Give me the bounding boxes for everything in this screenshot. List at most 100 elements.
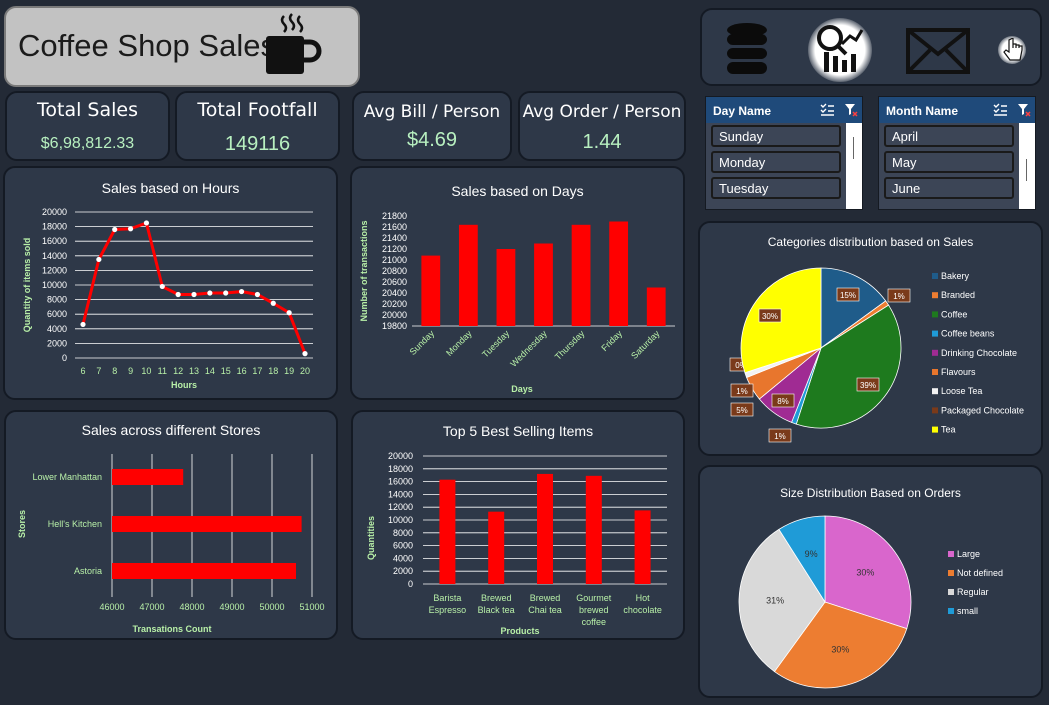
y-tick-label: 21800	[382, 211, 407, 221]
multi-select-icon[interactable]	[993, 103, 1007, 117]
y-tick-label: 20800	[382, 266, 407, 276]
x-tick-label: 19	[284, 366, 294, 376]
slicer-item-may[interactable]: May	[884, 151, 1014, 173]
kpi-total-sales: Total Sales $6,98,812.33	[5, 91, 170, 161]
title-card: Coffee Shop Sales	[4, 6, 360, 87]
stores-chart-card: Sales across different Stores 46000 47000…	[4, 410, 338, 640]
y-axis-title: Quantities	[366, 516, 376, 560]
bar	[537, 473, 553, 584]
y-tick-label: 20000	[388, 451, 413, 461]
series-line	[81, 220, 307, 355]
kpi-value: $4.69	[406, 129, 458, 151]
bar	[534, 243, 553, 326]
y-tick-label: 14000	[388, 489, 413, 499]
slicer-item-sunday[interactable]: Sunday	[711, 125, 841, 147]
x-tick-label: Espresso	[429, 605, 467, 615]
legend-swatch	[948, 589, 954, 595]
kpi-avg-order: Avg Order / Person 1.44	[518, 91, 686, 161]
x-axis-title: Hours	[171, 380, 197, 390]
x-tick-label: coffee	[582, 617, 606, 627]
legend-swatch	[932, 426, 938, 433]
data-point	[238, 288, 245, 295]
x-tick-label: 6	[80, 366, 85, 376]
data-point	[159, 283, 165, 290]
pointer-hand-icon[interactable]	[1002, 38, 1024, 64]
y-tick-label: 4000	[47, 324, 67, 334]
slicer-item-tuesday[interactable]: Tuesday	[711, 177, 841, 199]
nav-bar	[700, 8, 1042, 86]
y-tick-label: 20000	[42, 207, 67, 217]
x-tick-label: Chai tea	[528, 605, 562, 615]
bar	[496, 249, 516, 326]
y-tick-label: 0	[408, 579, 413, 589]
x-tick-label: 18	[268, 366, 278, 376]
x-tick-label: 13	[189, 366, 199, 376]
x-tick-label: 14	[205, 366, 215, 376]
y-tick-label: 21000	[382, 255, 407, 265]
coffee-cup-icon	[266, 13, 322, 74]
y-tick-label: Astoria	[74, 566, 102, 576]
data-point	[191, 291, 197, 298]
bar	[571, 224, 591, 326]
x-tick-label: 20	[300, 366, 310, 376]
legend-swatch	[932, 292, 938, 299]
data-point	[286, 310, 292, 316]
y-tick-label: 8000	[393, 528, 413, 538]
slicer-header: Day Name	[706, 97, 862, 123]
y-tick-label: 18000	[388, 464, 413, 474]
data-label: 39%	[860, 381, 876, 390]
legend-swatch	[932, 349, 938, 356]
mail-icon[interactable]	[906, 28, 970, 74]
kpi-avg-bill: Avg Bill / Person $4.69	[352, 91, 512, 161]
month-name-slicer[interactable]: Month Name April May June	[878, 96, 1036, 210]
data-label: 5%	[736, 406, 748, 415]
x-tick-label: Sunday	[408, 328, 437, 357]
legend-label: Coffee beans	[941, 329, 995, 339]
bar	[421, 255, 441, 326]
data-label: 1%	[893, 292, 905, 301]
slicer-item-april[interactable]: April	[884, 125, 1014, 147]
data-label: 30%	[762, 312, 778, 321]
clear-filter-icon[interactable]	[1017, 103, 1031, 117]
kpi-value: $6,98,812.33	[40, 135, 135, 152]
legend-label: Packaged Chocolate	[941, 405, 1024, 415]
x-axis-title: Days	[511, 384, 533, 394]
y-tick-label: 0	[62, 353, 67, 363]
y-tick-label: 14000	[42, 251, 67, 261]
stores-bar-chart: 46000 47000 48000 49000 50000 51000 Lower Manh…	[17, 454, 325, 634]
x-tick-label: 16	[237, 366, 247, 376]
y-tick-label: Hell's Kitchen	[48, 519, 102, 529]
legend-swatch	[932, 407, 938, 414]
y-tick-label: 19800	[382, 321, 407, 331]
slicer-scrollbar[interactable]	[1019, 123, 1035, 209]
analytics-icon[interactable]	[816, 24, 864, 74]
x-tick-label: 46000	[99, 602, 124, 612]
y-tick-label: 20200	[382, 299, 407, 309]
y-axis-title: Number of transactions	[359, 220, 369, 321]
y-tick-label: 6000	[393, 541, 413, 551]
data-point	[80, 321, 86, 328]
legend-label: Flavours	[941, 367, 976, 377]
legend-swatch	[932, 369, 938, 375]
slicer-scrollbar[interactable]	[846, 123, 862, 209]
slicer-item-june[interactable]: June	[884, 177, 1014, 199]
x-tick-label: Saturday	[629, 328, 662, 361]
day-name-slicer[interactable]: Day Name Sunday Monday Tuesday	[705, 96, 863, 210]
clear-filter-icon[interactable]	[844, 103, 858, 117]
database-icon[interactable]	[726, 22, 768, 76]
x-axis-title: Products	[500, 626, 539, 636]
days-chart-card: Sales based on Days 19800 20000 20200 20400…	[350, 166, 685, 400]
kpi-value: 149116	[224, 133, 291, 155]
x-tick-label: Black tea	[478, 605, 515, 615]
x-tick-label: brewed	[579, 605, 609, 615]
x-tick-label: 9	[128, 366, 133, 376]
legend-label: Bakery	[941, 271, 970, 281]
multi-select-icon[interactable]	[820, 103, 834, 117]
y-tick-label: 16000	[388, 477, 413, 487]
data-point	[127, 226, 134, 232]
data-point	[143, 220, 150, 226]
hours-line-chart: 0 2000 4000 6000 8000 10000 12000 14000 16000 180…	[22, 207, 313, 390]
data-label: 15%	[840, 291, 856, 300]
slicer-item-monday[interactable]: Monday	[711, 151, 841, 173]
bar	[488, 511, 505, 584]
